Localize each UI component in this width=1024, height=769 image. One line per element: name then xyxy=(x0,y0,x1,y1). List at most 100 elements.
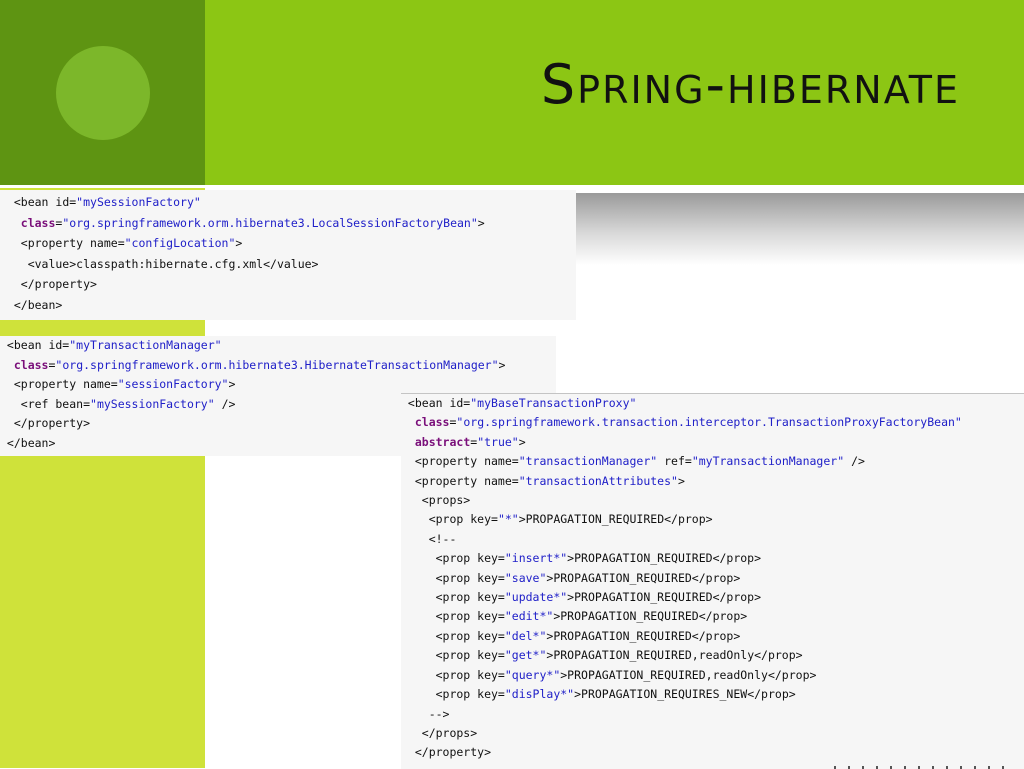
code-text: >PROPAGATION_REQUIRED</prop> xyxy=(518,512,713,527)
code-text: <prop key= xyxy=(401,628,505,643)
code-line: <property name="transactionAttributes"> xyxy=(401,472,1024,491)
code-attribute: abstract xyxy=(414,434,471,449)
code-block-session-factory: <bean id="mySessionFactory" class="org.s… xyxy=(0,190,576,320)
code-line: <property name="configLocation"> xyxy=(0,233,576,254)
code-string: "edit*" xyxy=(504,609,554,624)
code-text: >PROPAGATION_REQUIRED</prop> xyxy=(553,609,748,624)
slide-header: Spring-hibernate xyxy=(0,0,1024,188)
header-divider xyxy=(0,185,1024,188)
code-string: "del*" xyxy=(504,628,547,643)
code-line: <prop key="edit*">PROPAGATION_REQUIRED</… xyxy=(401,607,1024,626)
code-text: <bean id= xyxy=(401,396,471,410)
code-line: <prop key="*">PROPAGATION_REQUIRED</prop… xyxy=(401,510,1024,529)
code-text: <prop key= xyxy=(401,551,505,566)
code-text: </bean> xyxy=(0,435,56,450)
code-line: <prop key="insert*">PROPAGATION_REQUIRED… xyxy=(401,549,1024,568)
gray-gradient-bar xyxy=(576,193,1024,265)
code-text: <props> xyxy=(401,493,471,508)
code-string: "sessionFactory" xyxy=(117,377,229,391)
code-line: class="org.springframework.orm.hibernate… xyxy=(0,213,576,234)
code-string: "get*" xyxy=(504,648,547,663)
code-string: "transactionManager" xyxy=(518,454,658,469)
code-line: <bean id="myBaseTransactionProxy" xyxy=(401,394,1024,413)
code-line: <prop key="save">PROPAGATION_REQUIRED</p… xyxy=(401,569,1024,588)
code-string: "insert*" xyxy=(504,551,568,566)
code-text: --> xyxy=(401,706,450,721)
code-text: > xyxy=(477,215,485,230)
code-text: /> xyxy=(844,454,865,469)
code-string: "configLocation" xyxy=(124,236,236,250)
code-text: <bean id= xyxy=(13,195,77,209)
header-corner xyxy=(0,0,205,188)
code-text: <property name= xyxy=(401,454,519,469)
code-line: class="org.springframework.orm.hibernate… xyxy=(0,356,556,376)
code-text: </property> xyxy=(0,416,91,430)
code-line: <property name="sessionFactory"> xyxy=(0,375,556,395)
code-text: </props> xyxy=(401,725,478,740)
code-line: <prop key="del*">PROPAGATION_REQUIRED</p… xyxy=(401,627,1024,646)
code-line: --> xyxy=(401,705,1024,724)
code-line: <prop key="update*">PROPAGATION_REQUIRED… xyxy=(401,588,1024,607)
code-string: "mySessionFactory" xyxy=(76,195,201,209)
code-text: <prop key= xyxy=(401,687,505,702)
code-text: <prop key= xyxy=(401,609,505,624)
code-attribute: class xyxy=(13,357,49,372)
code-text: > xyxy=(677,473,685,488)
code-string: "disPlay*" xyxy=(504,687,575,702)
code-line: </property> xyxy=(0,274,576,295)
code-text: <property name= xyxy=(0,377,118,391)
code-text: <property name= xyxy=(401,473,519,488)
code-text: >PROPAGATION_REQUIRED,readOnly</prop> xyxy=(560,667,817,682)
code-string: "org.springframework.orm.hibernate3.Hibe… xyxy=(55,357,499,372)
code-line: <bean id="myTransactionManager" xyxy=(0,336,556,356)
code-block-transaction-proxy: <bean id="myBaseTransactionProxy" class=… xyxy=(401,393,1024,769)
code-string: "update*" xyxy=(504,590,568,605)
code-line: <bean id="mySessionFactory" xyxy=(0,192,576,213)
code-string: "save" xyxy=(504,570,547,585)
code-line: <!-- xyxy=(401,530,1024,549)
code-line: </bean> xyxy=(0,295,576,316)
code-text: <bean id= xyxy=(0,338,70,352)
code-text: <ref bean= xyxy=(0,396,91,411)
code-text: <!-- xyxy=(401,531,457,546)
code-text: </property> xyxy=(0,277,97,291)
code-text: >PROPAGATION_REQUIRED</prop> xyxy=(546,628,741,643)
code-line: <property name="transactionManager" ref=… xyxy=(401,452,1024,471)
code-string: "transactionAttributes" xyxy=(518,473,678,488)
slide-title: Spring-hibernate xyxy=(540,53,960,116)
code-line: </property> xyxy=(401,743,1024,762)
code-text: >PROPAGATION_REQUIRED</prop> xyxy=(546,570,741,585)
code-line: <props> xyxy=(401,491,1024,510)
decorative-circle xyxy=(56,46,150,140)
code-string: "org.springframework.orm.hibernate3.Loca… xyxy=(62,215,478,230)
code-line: <value>classpath:hibernate.cfg.xml</valu… xyxy=(0,254,576,275)
code-attribute: class xyxy=(414,415,450,430)
code-text: <prop key= xyxy=(401,512,498,527)
code-text: <prop key= xyxy=(401,648,505,663)
code-line: abstract="true"> xyxy=(401,433,1024,452)
code-text: > xyxy=(498,357,506,372)
code-line: </props> xyxy=(401,724,1024,743)
code-text: >PROPAGATION_REQUIRED</prop> xyxy=(567,590,762,605)
code-text: >PROPAGATION_REQUIRED,readOnly</prop> xyxy=(546,648,803,663)
code-string: "true" xyxy=(477,434,519,449)
code-text: <prop key= xyxy=(401,590,505,605)
code-text: <prop key= xyxy=(401,667,505,682)
code-text: <prop key= xyxy=(401,570,505,585)
code-text: ref= xyxy=(657,454,692,469)
code-text: >PROPAGATION_REQUIRES_NEW</prop> xyxy=(574,687,796,702)
code-string: "*" xyxy=(497,512,519,527)
code-line: <prop key="disPlay*">PROPAGATION_REQUIRE… xyxy=(401,685,1024,704)
code-string: "org.springframework.transaction.interce… xyxy=(456,415,962,430)
code-text: </property> xyxy=(401,745,492,760)
code-text: > xyxy=(235,236,243,250)
code-string: "myTransactionManager" xyxy=(69,338,222,352)
code-text: >PROPAGATION_REQUIRED</prop> xyxy=(567,551,762,566)
code-text: > xyxy=(518,434,526,449)
code-attribute: class xyxy=(20,215,56,230)
code-line: <prop key="get*">PROPAGATION_REQUIRED,re… xyxy=(401,646,1024,665)
code-string: "query*" xyxy=(504,667,561,682)
